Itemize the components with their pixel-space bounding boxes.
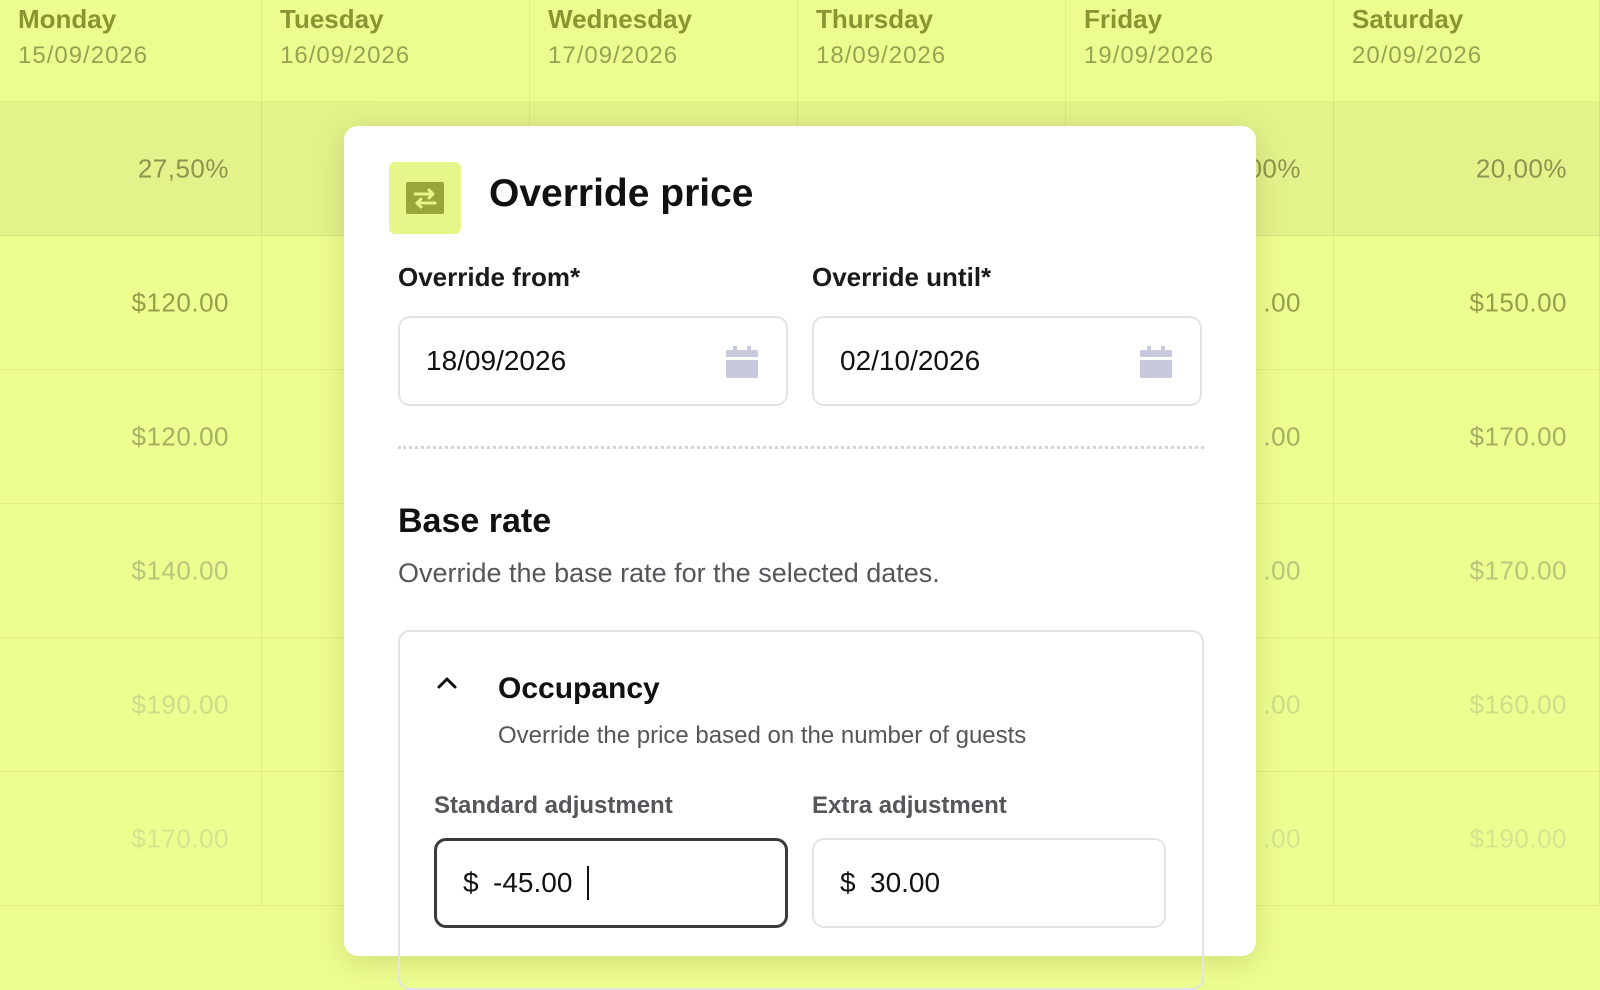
day-header-saturday[interactable]: Saturday 20/09/2026 bbox=[1334, 0, 1600, 102]
calendar-icon[interactable] bbox=[1140, 346, 1172, 383]
price-value: $190.00 bbox=[131, 689, 229, 719]
occupancy-percent-cell[interactable]: 27,50% bbox=[0, 102, 262, 236]
price-value: $170.00 bbox=[131, 823, 229, 853]
price-value: $150.00 bbox=[1469, 287, 1567, 317]
day-name: Tuesday bbox=[280, 4, 384, 34]
price-value: .00 bbox=[1263, 689, 1301, 719]
override-from-value: 18/09/2026 bbox=[426, 345, 567, 376]
price-cell[interactable]: $170.00 bbox=[1334, 504, 1600, 638]
chevron-up-icon[interactable] bbox=[436, 676, 458, 695]
price-cell[interactable]: $190.00 bbox=[1334, 772, 1600, 906]
calendar-icon[interactable] bbox=[726, 346, 758, 383]
percent-value: 27,50% bbox=[137, 153, 229, 183]
base-rate-description: Override the base rate for the selected … bbox=[398, 558, 940, 588]
price-value: $160.00 bbox=[1469, 689, 1567, 719]
price-cell[interactable]: $140.00 bbox=[0, 504, 262, 638]
extra-adjustment-value: 30.00 bbox=[870, 867, 941, 898]
day-header-monday[interactable]: Monday 15/09/2026 bbox=[0, 0, 262, 102]
standard-adjustment-label: Standard adjustment bbox=[434, 792, 673, 819]
price-value: .00 bbox=[1263, 287, 1301, 317]
standard-adjustment-value: -45.00 bbox=[493, 867, 573, 898]
day-header-tuesday[interactable]: Tuesday 16/09/2026 bbox=[262, 0, 530, 102]
price-cell[interactable]: $170.00 bbox=[1334, 370, 1600, 504]
override-until-field[interactable]: 02/10/2026 bbox=[812, 316, 1202, 406]
price-value: $190.00 bbox=[1469, 823, 1567, 853]
day-header-thursday[interactable]: Thursday 18/09/2026 bbox=[798, 0, 1066, 102]
percent-value: 20,00% bbox=[1475, 153, 1567, 183]
day-date: 15/09/2026 bbox=[18, 42, 149, 69]
override-from-field[interactable]: 18/09/2026 bbox=[398, 316, 788, 406]
price-value: $170.00 bbox=[1469, 555, 1567, 585]
currency-symbol: $ bbox=[840, 867, 856, 898]
price-cell[interactable]: $170.00 bbox=[0, 772, 262, 906]
override-until-value: 02/10/2026 bbox=[840, 345, 981, 376]
day-date: 18/09/2026 bbox=[816, 42, 947, 69]
modal-title: Override price bbox=[489, 172, 754, 215]
day-date: 17/09/2026 bbox=[548, 42, 679, 69]
occupancy-description: Override the price based on the number o… bbox=[498, 722, 1027, 749]
override-price-modal: Override price Override from* 18/09/2026… bbox=[344, 126, 1256, 990]
occupancy-title[interactable]: Occupancy bbox=[498, 672, 660, 706]
base-rate-title: Base rate bbox=[398, 502, 552, 540]
occupancy-accordion: Occupancy Override the price based on th… bbox=[398, 630, 1204, 990]
price-value: .00 bbox=[1263, 823, 1301, 853]
price-cell[interactable]: $120.00 bbox=[0, 236, 262, 370]
price-value: .00 bbox=[1263, 421, 1301, 451]
override-until-label: Override until* bbox=[812, 262, 992, 292]
extra-adjustment-input[interactable]: $ 30.00 bbox=[812, 838, 1166, 928]
standard-adjustment-input[interactable]: $ -45.00 bbox=[434, 838, 788, 928]
day-date: 19/09/2026 bbox=[1084, 42, 1215, 69]
text-caret bbox=[587, 866, 589, 900]
price-value: $120.00 bbox=[131, 287, 229, 317]
price-cell[interactable]: $120.00 bbox=[0, 370, 262, 504]
day-header-friday[interactable]: Friday 19/09/2026 bbox=[1066, 0, 1334, 102]
override-from-label: Override from* bbox=[398, 262, 581, 292]
day-name: Friday bbox=[1084, 4, 1163, 34]
price-value: $170.00 bbox=[1469, 421, 1567, 451]
price-value: $140.00 bbox=[131, 555, 229, 585]
day-name: Saturday bbox=[1352, 4, 1464, 34]
price-value: $120.00 bbox=[131, 421, 229, 451]
day-date: 20/09/2026 bbox=[1352, 42, 1483, 69]
price-cell[interactable]: $160.00 bbox=[1334, 638, 1600, 772]
price-cell[interactable]: $190.00 bbox=[0, 638, 262, 772]
section-divider bbox=[398, 446, 1204, 449]
currency-symbol: $ bbox=[463, 867, 479, 898]
day-header-wednesday[interactable]: Wednesday 17/09/2026 bbox=[530, 0, 798, 102]
extra-adjustment-label: Extra adjustment bbox=[812, 792, 1007, 819]
day-date: 16/09/2026 bbox=[280, 42, 411, 69]
price-value: .00 bbox=[1263, 555, 1301, 585]
day-name: Wednesday bbox=[548, 4, 693, 34]
swap-arrows-icon bbox=[389, 162, 461, 234]
day-name: Thursday bbox=[816, 4, 934, 34]
day-name: Monday bbox=[18, 4, 117, 34]
price-cell[interactable]: $150.00 bbox=[1334, 236, 1600, 370]
occupancy-percent-cell[interactable]: 20,00% bbox=[1334, 102, 1600, 236]
